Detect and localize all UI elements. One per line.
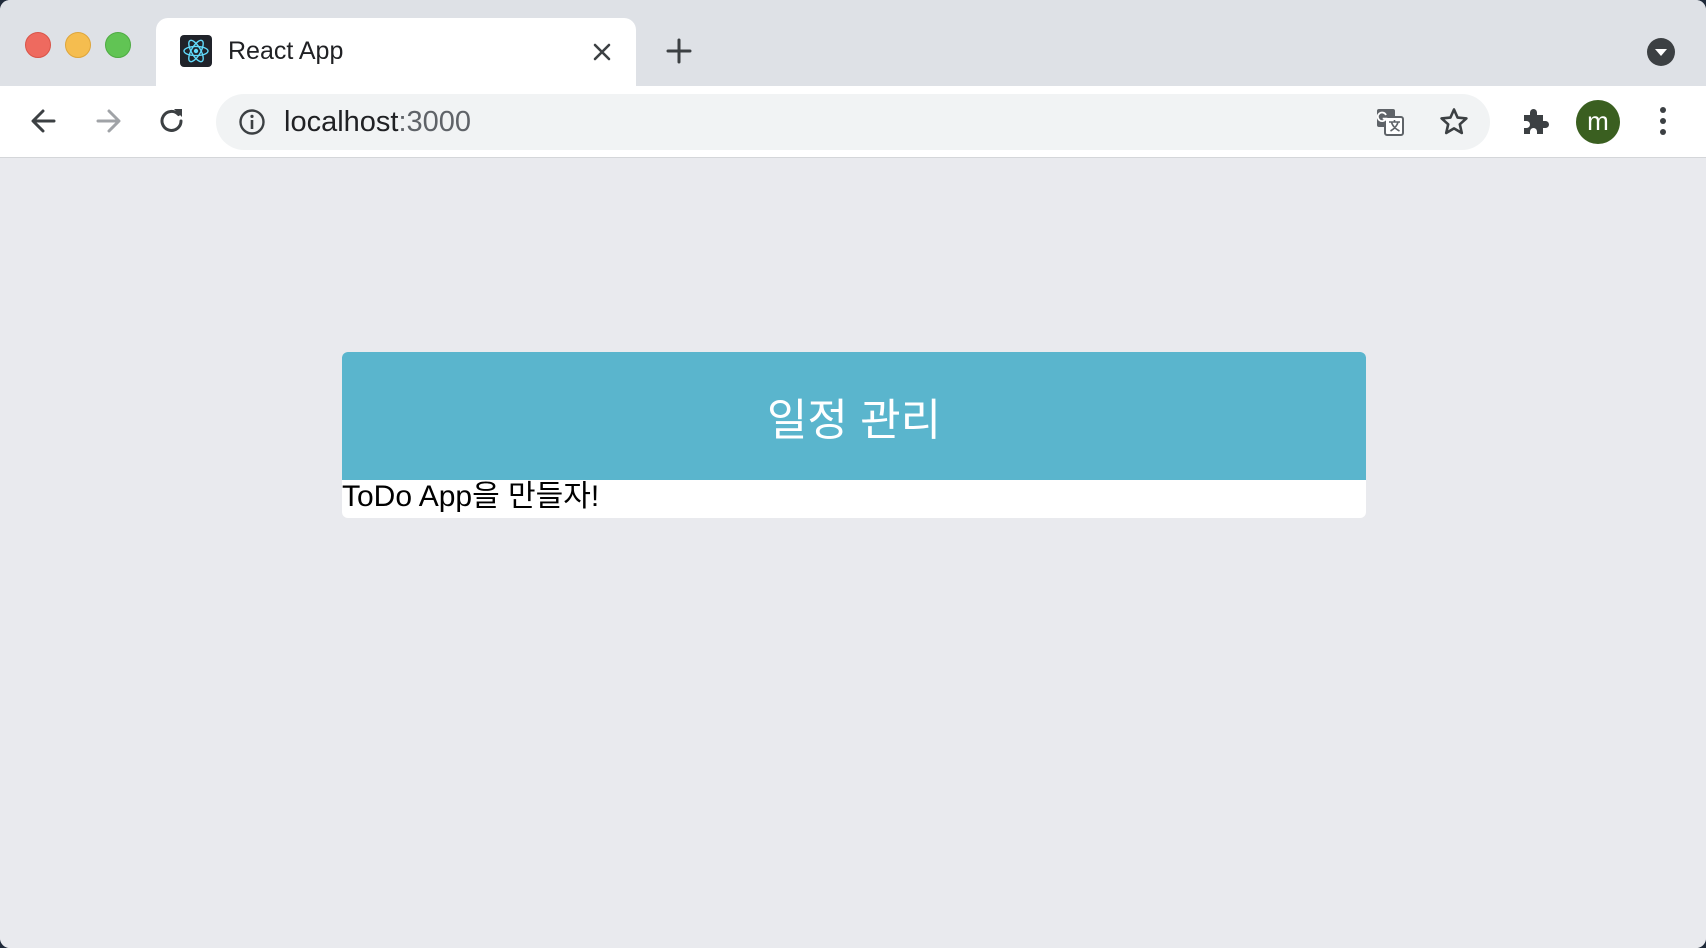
- browser-toolbar: localhost:3000 m: [0, 86, 1706, 158]
- bookmark-star-icon[interactable]: [1438, 106, 1470, 138]
- react-logo-icon: [180, 35, 212, 67]
- maximize-window-button[interactable]: [105, 32, 131, 58]
- tab-close-icon[interactable]: [588, 38, 616, 66]
- translate-icon[interactable]: [1374, 106, 1406, 138]
- url-host: localhost: [284, 106, 399, 138]
- todo-template: 일정 관리 ToDo App을 만들자!: [342, 352, 1366, 518]
- tab-react-app[interactable]: React App: [156, 18, 636, 86]
- profile-avatar[interactable]: m: [1576, 100, 1620, 144]
- browser-window: React App localhost:3000 m 일정 관리 ToDo Ap…: [0, 0, 1706, 948]
- todo-content-text: ToDo App을 만들자!: [342, 480, 600, 513]
- url-port: :3000: [398, 106, 472, 138]
- new-tab-plus-icon[interactable]: [664, 36, 694, 66]
- app-title: 일정 관리: [342, 352, 1366, 480]
- forward-arrow-icon[interactable]: [90, 103, 126, 139]
- back-arrow-icon[interactable]: [26, 103, 62, 139]
- address-bar[interactable]: localhost:3000: [216, 94, 1490, 150]
- close-window-button[interactable]: [25, 32, 51, 58]
- tab-strip: React App: [0, 0, 1706, 86]
- url-text[interactable]: localhost:3000: [284, 107, 471, 137]
- page-viewport: 일정 관리 ToDo App을 만들자!: [0, 158, 1706, 948]
- kebab-menu-icon[interactable]: [1648, 104, 1678, 138]
- extensions-puzzle-icon[interactable]: [1518, 104, 1552, 138]
- tab-search-icon[interactable]: [1647, 38, 1675, 66]
- tab-title: React App: [228, 37, 344, 65]
- reload-icon[interactable]: [154, 103, 190, 139]
- minimize-window-button[interactable]: [65, 32, 91, 58]
- site-info-icon[interactable]: [238, 108, 266, 136]
